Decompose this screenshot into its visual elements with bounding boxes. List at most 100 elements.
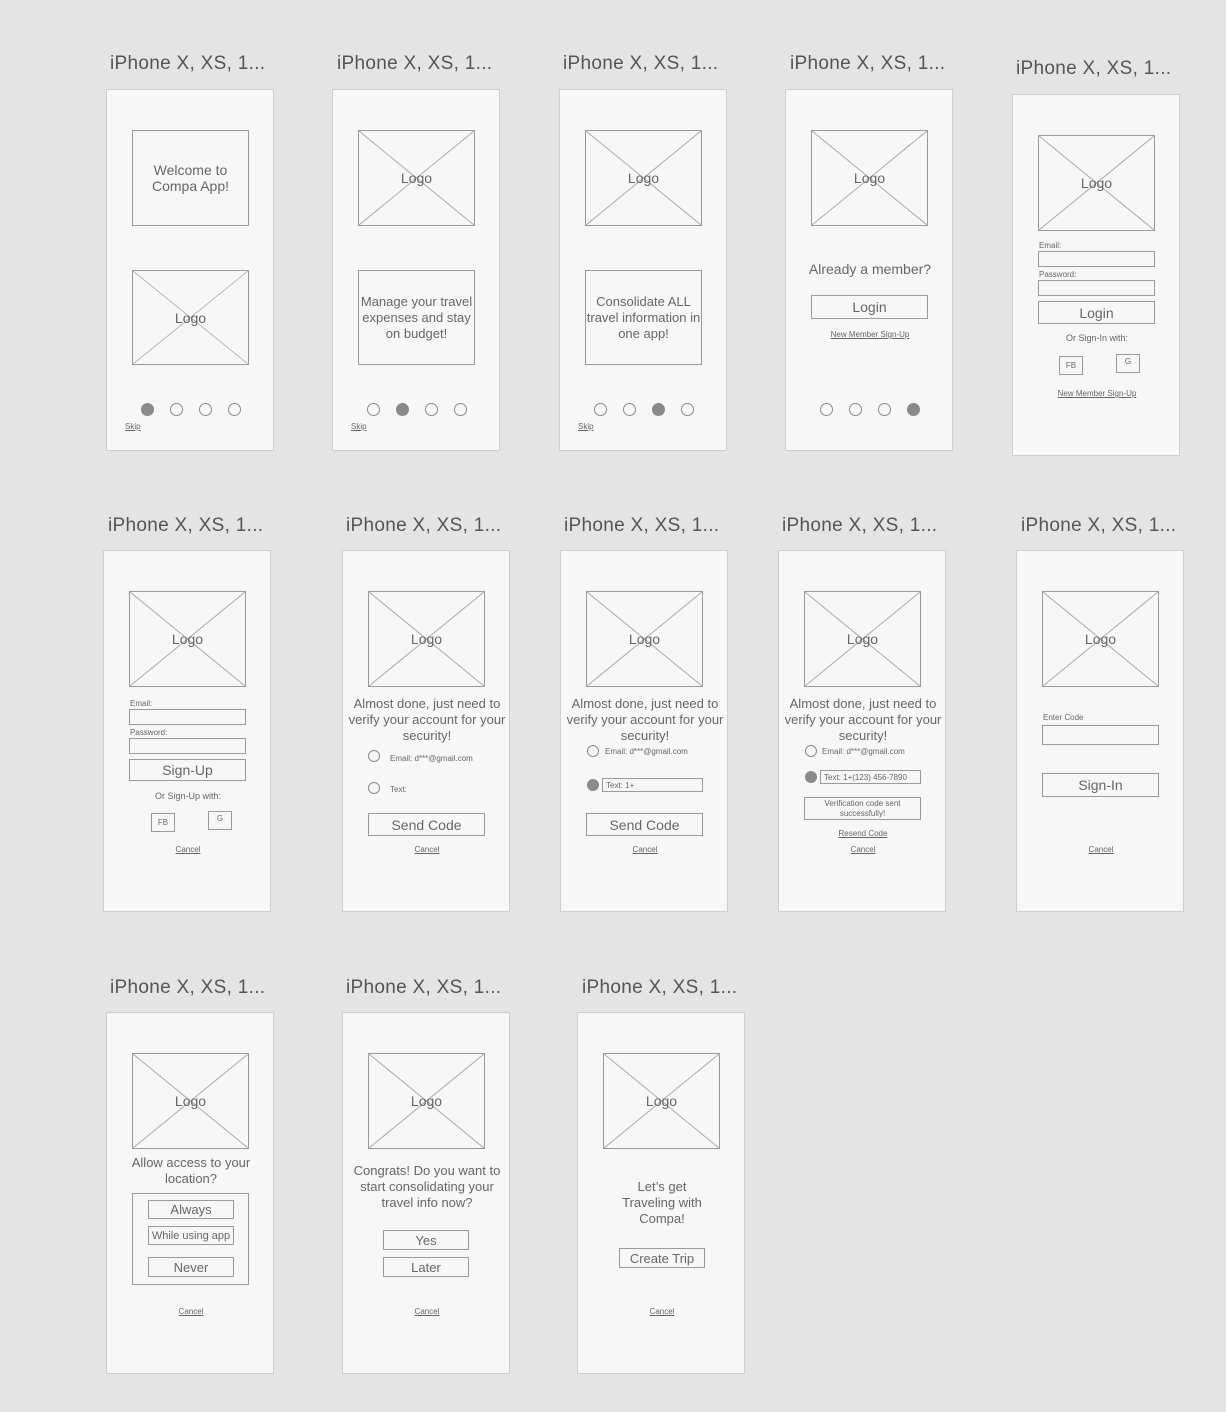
logo-placeholder: Logo — [804, 591, 921, 687]
skip-link[interactable]: Skip — [125, 422, 141, 431]
skip-link[interactable]: Skip — [351, 422, 367, 431]
logo-placeholder: Logo — [368, 1053, 485, 1149]
logo-placeholder: Logo — [368, 591, 485, 687]
frame-location: Logo Allow access to your location? Alwa… — [106, 1012, 274, 1374]
frame-title: iPhone X, XS, 1... — [582, 977, 738, 998]
skip-link[interactable]: Skip — [578, 422, 594, 431]
frame-title: iPhone X, XS, 1... — [110, 977, 266, 998]
email-input[interactable] — [129, 709, 246, 725]
logo-placeholder: Logo — [585, 130, 702, 226]
page-dot[interactable] — [594, 403, 607, 416]
email-input[interactable] — [1038, 251, 1155, 267]
frame-title: iPhone X, XS, 1... — [782, 515, 938, 536]
logo-label: Logo — [1084, 631, 1117, 647]
verify-heading: Almost done, just need to verify your ac… — [566, 696, 724, 743]
logo-placeholder: Logo — [603, 1053, 720, 1149]
cancel-link[interactable]: Cancel — [779, 845, 945, 854]
code-input[interactable] — [1042, 725, 1159, 745]
page-dot[interactable] — [199, 403, 212, 416]
cancel-link[interactable]: Cancel — [104, 845, 270, 854]
cancel-link[interactable]: Cancel — [561, 845, 727, 854]
logo-placeholder: Logo — [811, 130, 928, 226]
page-dot[interactable] — [170, 403, 183, 416]
email-radio[interactable] — [805, 745, 817, 757]
password-input[interactable] — [1038, 280, 1155, 296]
frame-create-trip: Logo Let’s get Traveling with Compa! Cre… — [577, 1012, 745, 1374]
logo-label: Logo — [174, 309, 207, 326]
send-code-button[interactable]: Send Code — [368, 813, 485, 836]
frame-congrats: Logo Congrats! Do you want to start cons… — [342, 1012, 510, 1374]
email-radio[interactable] — [587, 745, 599, 757]
google-button[interactable]: G — [1116, 354, 1140, 373]
later-button[interactable]: Later — [383, 1257, 469, 1277]
cancel-link[interactable]: Cancel — [107, 1307, 273, 1316]
while-using-app-button[interactable]: While using app — [148, 1226, 234, 1245]
logo-placeholder: Logo — [1042, 591, 1159, 687]
page-dot[interactable] — [228, 403, 241, 416]
logo-placeholder: Logo — [132, 270, 249, 365]
login-button[interactable]: Login — [811, 295, 928, 319]
frame-enter-code: Logo Enter Code Sign-In Cancel — [1016, 550, 1184, 912]
page-dot[interactable] — [425, 403, 438, 416]
signin-button[interactable]: Sign-In — [1042, 773, 1159, 797]
frame-title: iPhone X, XS, 1... — [346, 515, 502, 536]
logo-label: Logo — [1080, 175, 1113, 191]
logo-placeholder: Logo — [358, 130, 475, 226]
frame-onboarding-3: Logo Consolidate ALL travel information … — [559, 89, 727, 451]
frame-title: iPhone X, XS, 1... — [346, 977, 502, 998]
facebook-button[interactable]: FB — [1059, 356, 1083, 375]
feature-box: Consolidate ALL travel information in on… — [585, 270, 702, 365]
page-dot[interactable] — [367, 403, 380, 416]
email-radio[interactable] — [368, 750, 380, 762]
page-dot[interactable] — [681, 403, 694, 416]
already-member-heading: Already a member? — [808, 261, 932, 277]
google-button[interactable]: G — [208, 811, 232, 830]
page-dot-active[interactable] — [907, 403, 920, 416]
or-signup-label: Or Sign-Up with: — [154, 791, 222, 801]
always-button[interactable]: Always — [148, 1200, 234, 1219]
frame-title: iPhone X, XS, 1... — [563, 53, 719, 74]
text-radio[interactable] — [368, 782, 380, 794]
never-button[interactable]: Never — [148, 1257, 234, 1277]
logo-label: Logo — [645, 1093, 678, 1109]
page-dot[interactable] — [849, 403, 862, 416]
code-sent-notice: Verification code sent successfully! — [804, 797, 921, 820]
page-dot-active[interactable] — [396, 403, 409, 416]
page-dot-active[interactable] — [141, 403, 154, 416]
frame-welcome: Welcome to Compa App! Logo Skip — [106, 89, 274, 451]
page-dot[interactable] — [623, 403, 636, 416]
location-heading: Allow access to your location? — [131, 1155, 251, 1186]
cancel-link[interactable]: Cancel — [343, 1307, 509, 1316]
cancel-link[interactable]: Cancel — [1017, 845, 1183, 854]
text-option-label: Text: — [390, 785, 407, 794]
text-radio-selected[interactable] — [587, 779, 599, 791]
page-dot[interactable] — [820, 403, 833, 416]
login-button[interactable]: Login — [1038, 301, 1155, 324]
frame-signup: Logo Email: Password: Sign-Up Or Sign-Up… — [103, 550, 271, 912]
yes-button[interactable]: Yes — [383, 1230, 469, 1250]
signup-button[interactable]: Sign-Up — [129, 759, 246, 781]
facebook-button[interactable]: FB — [151, 813, 175, 832]
cancel-link[interactable]: Cancel — [343, 845, 509, 854]
frame-title: iPhone X, XS, 1... — [790, 53, 946, 74]
page-dot-active[interactable] — [652, 403, 665, 416]
frame-verify: Logo Almost done, just need to verify yo… — [342, 550, 510, 912]
page-dot[interactable] — [454, 403, 467, 416]
resend-code-link[interactable]: Resend Code — [779, 829, 945, 838]
text-radio-selected[interactable] — [805, 771, 817, 783]
phone-input[interactable]: Text: 1+ — [602, 778, 703, 792]
create-trip-button[interactable]: Create Trip — [619, 1248, 705, 1268]
frame-verify-text: Logo Almost done, just need to verify yo… — [560, 550, 728, 912]
frame-already-member: Logo Already a member? Login New Member … — [785, 89, 953, 451]
cancel-link[interactable]: Cancel — [578, 1307, 744, 1316]
new-member-signup-link[interactable]: New Member Sign-Up — [786, 330, 952, 339]
new-member-signup-link[interactable]: New Member Sign-Up — [1013, 389, 1179, 398]
password-input[interactable] — [129, 738, 246, 754]
phone-input[interactable]: Text: 1+(123) 456-7890 — [820, 770, 921, 784]
page-dot[interactable] — [878, 403, 891, 416]
frame-onboarding-2: Logo Manage your travel expenses and sta… — [332, 89, 500, 451]
email-option-label: Email: d***@gmail.com — [605, 747, 688, 756]
logo-label: Logo — [846, 631, 879, 647]
send-code-button[interactable]: Send Code — [586, 813, 703, 836]
logo-label: Logo — [627, 170, 660, 186]
